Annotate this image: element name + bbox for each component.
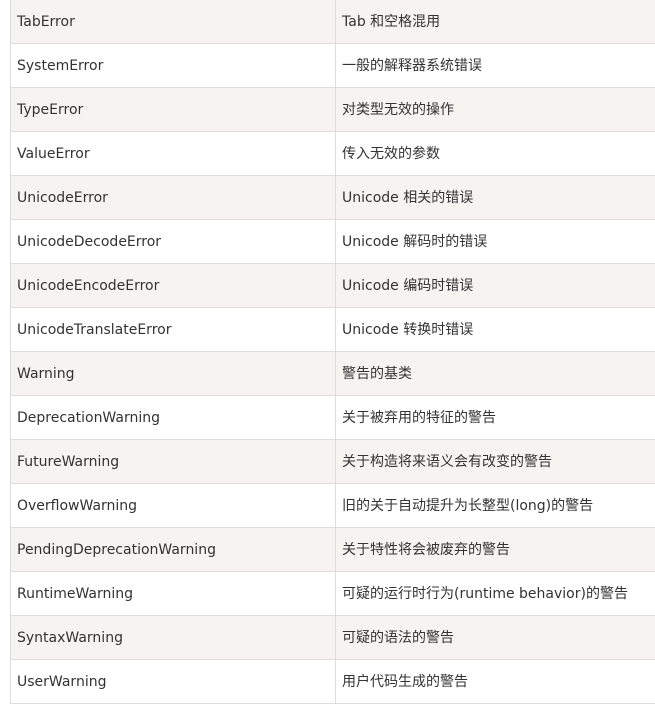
exception-name: UnicodeError <box>10 175 336 220</box>
exception-name: PendingDeprecationWarning <box>10 527 336 572</box>
exception-name: SyntaxWarning <box>10 615 336 660</box>
table-row: TypeError 对类型无效的操作 <box>10 87 655 132</box>
exception-name: OverflowWarning <box>10 483 336 528</box>
exception-description: 关于被弃用的特征的警告 <box>335 395 655 440</box>
exception-name: UnicodeTranslateError <box>10 307 336 352</box>
exception-description: 旧的关于自动提升为长整型(long)的警告 <box>335 483 655 528</box>
exception-name: RuntimeWarning <box>10 571 336 616</box>
exception-description: 可疑的运行时行为(runtime behavior)的警告 <box>335 571 655 616</box>
exception-description: Unicode 编码时错误 <box>335 263 655 308</box>
exception-description: 对类型无效的操作 <box>335 87 655 132</box>
table-row: UnicodeDecodeError Unicode 解码时的错误 <box>10 219 655 264</box>
exception-description: 传入无效的参数 <box>335 131 655 176</box>
exception-name: UnicodeDecodeError <box>10 219 336 264</box>
exception-description: Tab 和空格混用 <box>335 0 655 44</box>
table-row: FutureWarning 关于构造将来语义会有改变的警告 <box>10 439 655 484</box>
exception-name: SystemError <box>10 43 336 88</box>
table-row: Warning 警告的基类 <box>10 351 655 396</box>
table-row: OverflowWarning 旧的关于自动提升为长整型(long)的警告 <box>10 483 655 528</box>
exception-description: Unicode 相关的错误 <box>335 175 655 220</box>
exception-name: Warning <box>10 351 336 396</box>
exception-table: TabError Tab 和空格混用 SystemError 一般的解释器系统错… <box>10 0 655 704</box>
exception-description: 警告的基类 <box>335 351 655 396</box>
exception-description: 可疑的语法的警告 <box>335 615 655 660</box>
exception-table-body: TabError Tab 和空格混用 SystemError 一般的解释器系统错… <box>10 0 655 704</box>
table-row: SystemError 一般的解释器系统错误 <box>10 43 655 88</box>
exception-name: UnicodeEncodeError <box>10 263 336 308</box>
exception-description: 关于特性将会被废弃的警告 <box>335 527 655 572</box>
table-row: PendingDeprecationWarning 关于特性将会被废弃的警告 <box>10 527 655 572</box>
exception-description: 关于构造将来语义会有改变的警告 <box>335 439 655 484</box>
table-row: UnicodeTranslateError Unicode 转换时错误 <box>10 307 655 352</box>
exception-description: 一般的解释器系统错误 <box>335 43 655 88</box>
table-row: UserWarning 用户代码生成的警告 <box>10 659 655 704</box>
exception-name: ValueError <box>10 131 336 176</box>
table-row: UnicodeEncodeError Unicode 编码时错误 <box>10 263 655 308</box>
exception-description: Unicode 解码时的错误 <box>335 219 655 264</box>
exception-name: DeprecationWarning <box>10 395 336 440</box>
exception-name: UserWarning <box>10 659 336 704</box>
exception-name: TypeError <box>10 87 336 132</box>
table-row: RuntimeWarning 可疑的运行时行为(runtime behavior… <box>10 571 655 616</box>
table-row: SyntaxWarning 可疑的语法的警告 <box>10 615 655 660</box>
table-row: ValueError 传入无效的参数 <box>10 131 655 176</box>
exception-table-container: TabError Tab 和空格混用 SystemError 一般的解释器系统错… <box>10 0 655 704</box>
exception-name: TabError <box>10 0 336 44</box>
exception-description: Unicode 转换时错误 <box>335 307 655 352</box>
table-row: DeprecationWarning 关于被弃用的特征的警告 <box>10 395 655 440</box>
exception-description: 用户代码生成的警告 <box>335 659 655 704</box>
exception-name: FutureWarning <box>10 439 336 484</box>
table-row: TabError Tab 和空格混用 <box>10 0 655 44</box>
table-row: UnicodeError Unicode 相关的错误 <box>10 175 655 220</box>
